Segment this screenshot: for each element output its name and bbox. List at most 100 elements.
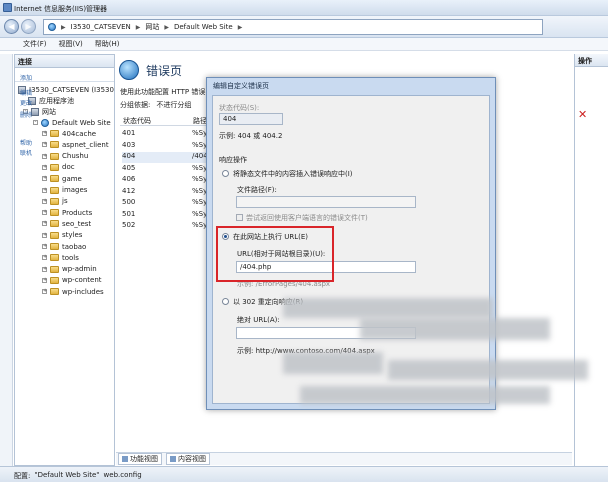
- blur-block: [360, 318, 550, 340]
- tree-folder[interactable]: + images: [42, 185, 87, 196]
- tree-folder[interactable]: + Products: [42, 207, 92, 218]
- tree-folder[interactable]: + wp-admin: [42, 264, 97, 275]
- page-title: 错误页: [146, 64, 183, 78]
- radio-static-file[interactable]: [222, 170, 229, 177]
- forward-button[interactable]: ▶: [21, 19, 36, 34]
- group-by-select[interactable]: 不进行分组: [156, 100, 191, 110]
- col-status-code[interactable]: 状态代码: [123, 116, 151, 126]
- try-localized-checkbox[interactable]: [236, 214, 243, 221]
- tree-folder[interactable]: + wp-content: [42, 275, 102, 286]
- expand-icon[interactable]: +: [42, 244, 47, 249]
- table-row[interactable]: 406 %Sy: [122, 175, 217, 186]
- menu-view[interactable]: 视图(V): [59, 39, 83, 49]
- expand-icon[interactable]: +: [42, 221, 47, 227]
- expand-icon[interactable]: +: [42, 153, 47, 159]
- tree-folder[interactable]: + seo_test: [42, 218, 91, 229]
- table-row[interactable]: 405 %Sy: [122, 164, 217, 175]
- col-path[interactable]: 路径: [193, 116, 207, 126]
- expand-icon[interactable]: +: [42, 277, 47, 283]
- table-row[interactable]: 401 %Sy: [122, 129, 217, 140]
- tree-app-pools[interactable]: 应用程序池: [28, 95, 74, 106]
- tree-folder[interactable]: + wp-includes: [42, 286, 104, 297]
- expand-icon[interactable]: +: [42, 176, 47, 182]
- file-path-field[interactable]: [236, 196, 416, 208]
- crumb-server[interactable]: I3530_CATSEVEN: [71, 23, 131, 31]
- blur-block: [300, 386, 550, 404]
- expand-icon[interactable]: +: [42, 266, 47, 272]
- expand-icon[interactable]: +: [42, 232, 47, 238]
- table-row[interactable]: 404/404: [122, 152, 217, 163]
- collapse-icon[interactable]: -: [33, 120, 38, 125]
- folder-label: tools: [62, 253, 79, 262]
- crumb-default-site[interactable]: Default Web Site: [174, 23, 233, 31]
- expand-icon[interactable]: +: [42, 210, 47, 216]
- tab-features-view[interactable]: 功能视图: [118, 453, 162, 465]
- table-row[interactable]: 412 %Sy: [122, 187, 217, 198]
- error-pages-icon: [119, 60, 139, 80]
- expand-icon[interactable]: +: [42, 131, 47, 136]
- status-code-cell: 501: [122, 209, 136, 218]
- status-code-cell: 500: [122, 198, 136, 206]
- tree-default-site[interactable]: - Default Web Site: [33, 117, 111, 128]
- status-code-cell: 403: [122, 140, 136, 149]
- tree-folder[interactable]: + js: [42, 196, 68, 207]
- response-action-label: 响应操作: [219, 156, 247, 164]
- action-add[interactable]: 添加: [20, 73, 34, 82]
- tree-folder[interactable]: + doc: [42, 162, 75, 173]
- back-button[interactable]: ◀: [4, 19, 19, 34]
- folder-icon: [50, 130, 59, 137]
- expand-icon[interactable]: +: [42, 289, 47, 295]
- tree-folder[interactable]: + styles: [42, 230, 82, 241]
- table-row[interactable]: 403 %Sy: [122, 141, 217, 152]
- features-view-icon: [122, 456, 128, 462]
- expand-icon[interactable]: +: [42, 187, 47, 193]
- folder-icon: [50, 288, 59, 296]
- folder-label: 404cache: [62, 129, 97, 138]
- expand-icon[interactable]: +: [42, 198, 47, 204]
- path-cell: %Sy: [192, 198, 208, 206]
- content-view-icon: [170, 456, 176, 462]
- expand-icon[interactable]: +: [42, 164, 47, 170]
- tree-folder[interactable]: + game: [42, 173, 82, 184]
- action-online-help[interactable]: 联机: [20, 148, 34, 157]
- left-edge-strip: [0, 54, 13, 466]
- path-cell: %Sy: [192, 163, 208, 172]
- action-edit[interactable]: 编辑: [20, 88, 34, 97]
- tree-folder[interactable]: +404cache: [42, 128, 96, 139]
- folder-icon: [50, 243, 59, 250]
- table-row[interactable]: 501 %Sy: [122, 210, 217, 221]
- action-help[interactable]: 帮助: [20, 138, 34, 147]
- path-cell: %Sy: [192, 140, 208, 149]
- tree-folder[interactable]: + aspnet_client: [42, 139, 109, 150]
- group-by-label: 分组依据:: [120, 101, 151, 109]
- folder-icon: [50, 163, 59, 171]
- folder-icon: [50, 152, 59, 160]
- menu-file[interactable]: 文件(F): [23, 39, 47, 49]
- crumb-sites[interactable]: 网站: [145, 22, 159, 32]
- menu-bar: 文件(F) 视图(V) 帮助(H): [0, 38, 608, 51]
- action-delete[interactable]: 删除: [20, 110, 34, 119]
- table-row[interactable]: 502 %Sy: [122, 221, 217, 232]
- menu-help[interactable]: 帮助(H): [95, 39, 120, 49]
- folder-label: Chushu: [62, 152, 89, 161]
- action-change[interactable]: 更改: [20, 98, 34, 107]
- folder-icon: [50, 220, 59, 228]
- globe-icon: [48, 23, 56, 31]
- status-code-field[interactable]: 404: [219, 113, 283, 125]
- delete-icon[interactable]: ✕: [578, 108, 587, 121]
- page-description: 使用此功能配置 HTTP 错误: [120, 88, 206, 96]
- status-code-example: 示例: 404 或 404.2: [219, 132, 283, 140]
- folder-icon: [50, 175, 59, 183]
- table-row[interactable]: 500 %Sy: [122, 198, 217, 209]
- tree-folder[interactable]: + tools: [42, 252, 79, 263]
- tree-folder[interactable]: + Chushu: [42, 151, 88, 162]
- tree-folder[interactable]: + taobao: [42, 241, 86, 252]
- folder-label: styles: [62, 231, 83, 240]
- expand-icon[interactable]: +: [42, 142, 47, 148]
- folder-label: wp-admin: [62, 265, 97, 274]
- radio-redirect[interactable]: [222, 298, 229, 305]
- expand-icon[interactable]: +: [42, 255, 47, 261]
- connections-header: 连接: [15, 55, 114, 68]
- breadcrumb[interactable]: ▶ I3530_CATSEVEN ▶ 网站 ▶ Default Web Site…: [43, 19, 543, 35]
- tab-content-view[interactable]: 内容视图: [166, 453, 210, 465]
